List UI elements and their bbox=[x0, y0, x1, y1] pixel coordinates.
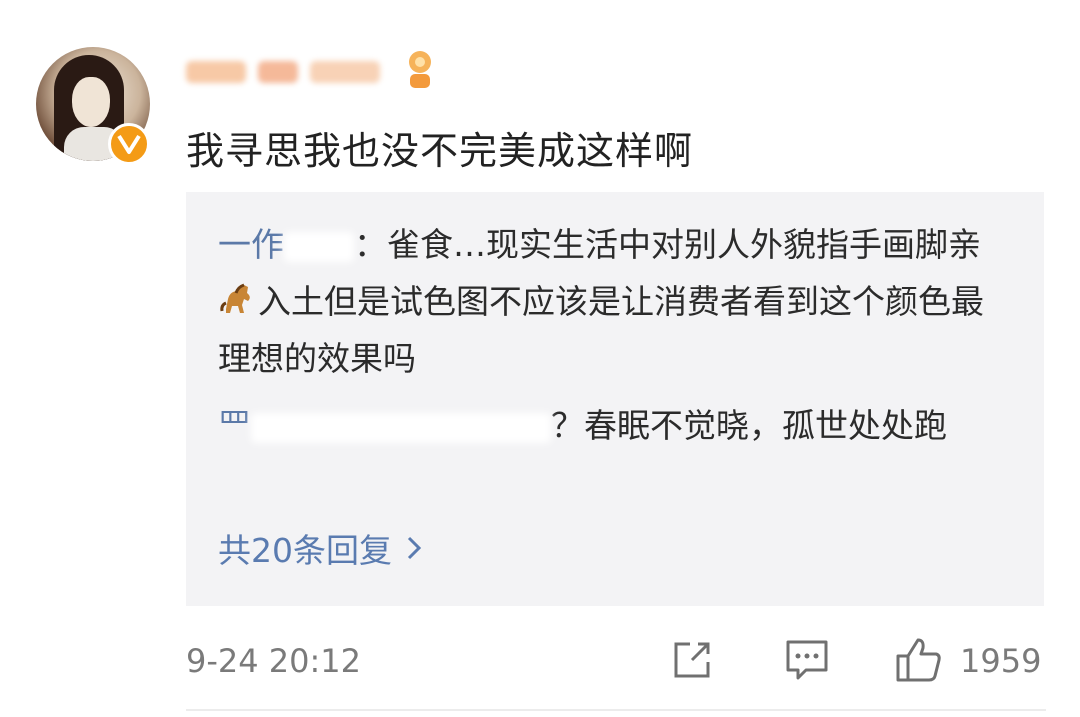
horse-emoji-icon bbox=[220, 283, 250, 313]
reply-text-continued: 入土但是试色图不应该是让消费者看到这个颜色最理想的效果吗 bbox=[218, 282, 984, 378]
username-redacted[interactable] bbox=[186, 52, 380, 92]
avatar-face bbox=[72, 77, 110, 127]
like-count: 1959 bbox=[960, 642, 1042, 680]
verified-badge-icon bbox=[108, 123, 150, 165]
rank-medal-icon bbox=[409, 51, 431, 88]
reply-item[interactable]: 一作 ：雀食…现实生活中对别人外貌指手画脚亲 入土但是试色图不应该是让消费者看到这… bbox=[218, 216, 1008, 387]
share-icon[interactable] bbox=[670, 638, 714, 682]
more-replies-label: 共20条回复 bbox=[218, 531, 392, 570]
comment-icon[interactable] bbox=[784, 638, 830, 682]
thumbs-up-icon[interactable] bbox=[894, 636, 944, 684]
name-redaction bbox=[284, 231, 354, 262]
reply-item[interactable]: 罒 ？春眠不觉晓，孤世处处跑 bbox=[218, 397, 1008, 454]
comment-text: 我寻思我也没不完美成这样啊 bbox=[186, 129, 694, 173]
more-replies-link[interactable]: 共20条回复 bbox=[218, 524, 422, 572]
blur-segment bbox=[310, 61, 380, 83]
reply-author[interactable]: 一作 bbox=[218, 225, 284, 264]
blur-segment bbox=[186, 61, 246, 83]
timestamp: 9-24 20:12 bbox=[186, 642, 362, 680]
reply-box[interactable]: 一作 ：雀食…现实生活中对别人外貌指手画脚亲 入土但是试色图不应该是让消费者看到这… bbox=[186, 192, 1044, 606]
reply-author[interactable]: 罒 bbox=[218, 406, 251, 445]
name-redaction bbox=[251, 412, 551, 443]
reply-text: ？春眠不觉晓，孤世处处跑 bbox=[551, 406, 947, 445]
blur-segment bbox=[258, 61, 298, 83]
chevron-right-icon bbox=[407, 536, 422, 560]
reply-text: ：雀食…现实生活中对别人外貌指手画脚亲 bbox=[354, 225, 981, 264]
divider bbox=[186, 709, 1046, 711]
comment-footer: 9-24 20:12 1959 bbox=[186, 636, 1046, 686]
